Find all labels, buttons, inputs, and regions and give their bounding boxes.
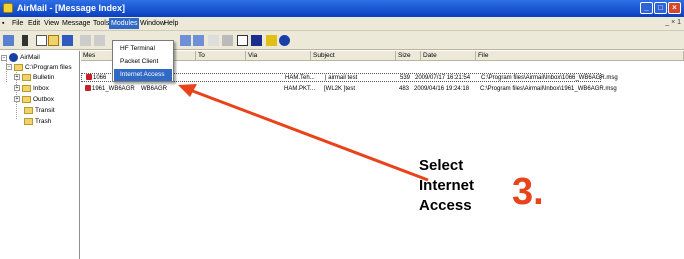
menu-message[interactable]: Message	[62, 20, 90, 27]
maximize-icon[interactable]: □	[654, 2, 667, 14]
tree-item-transit[interactable]: Transit	[24, 106, 55, 115]
expand-icon[interactable]: +	[14, 96, 20, 103]
col-header-subject[interactable]: Subject	[311, 51, 396, 61]
folder-icon	[24, 117, 33, 125]
edit-icon[interactable]	[94, 35, 105, 46]
window-title: AirMail - [Message Index]	[17, 3, 126, 13]
modules-menu: HF Terminal Packet Client Internet Acces…	[112, 40, 174, 82]
message-icon	[85, 85, 91, 92]
index-icon[interactable]	[3, 35, 14, 46]
collapse-icon[interactable]: −	[6, 64, 12, 71]
menu-file[interactable]: File	[12, 20, 23, 27]
col-header-file[interactable]: File	[476, 51, 684, 61]
pin-icon[interactable]	[22, 35, 28, 46]
folder-icon	[22, 84, 31, 92]
copy-icon[interactable]	[180, 35, 191, 46]
col-header-date[interactable]: Date	[421, 51, 476, 61]
folder-icon	[14, 63, 23, 71]
mdi-window-controls[interactable]: _ × 1	[665, 19, 681, 26]
close-icon[interactable]: ×	[668, 2, 681, 14]
menu-edit[interactable]: Edit	[28, 20, 40, 27]
globe-icon[interactable]	[279, 35, 290, 46]
folder-icon	[22, 73, 31, 81]
grid-icon[interactable]	[222, 35, 233, 46]
menu-app-icon[interactable]: ▪	[2, 20, 4, 27]
folder-icon	[22, 95, 31, 103]
message-icon	[86, 74, 92, 81]
airmail-app-icon	[3, 3, 13, 13]
col-header-size[interactable]: Size	[396, 51, 421, 61]
paste-icon[interactable]	[193, 35, 204, 46]
save-icon[interactable]	[62, 35, 73, 46]
col-header-via[interactable]: Via	[246, 51, 311, 61]
folder-tree: − AirMail − C:\Program files + Bulletin + In…	[0, 51, 80, 259]
menu-view[interactable]: View	[44, 20, 59, 27]
menu-modules[interactable]: Modules	[109, 18, 140, 29]
menu-item-internet-access[interactable]: Internet Access	[114, 69, 172, 81]
menu-item-packet-client[interactable]: Packet Client	[114, 56, 172, 68]
expand-icon[interactable]: +	[14, 85, 20, 92]
tree-item-outbox[interactable]: + Outbox	[14, 95, 54, 104]
step-number: 3.	[512, 171, 544, 213]
title-bar: AirMail - [Message Index] _ □ ×	[0, 0, 684, 17]
airmail-window: AirMail - [Message Index] _ □ × ▪ File E…	[0, 0, 684, 259]
menu-item-hf-terminal[interactable]: HF Terminal	[114, 43, 172, 55]
expand-icon[interactable]: +	[14, 74, 20, 81]
menu-help[interactable]: Help	[164, 20, 178, 27]
window-icon[interactable]	[237, 35, 248, 46]
menu-tools[interactable]: Tools	[93, 20, 109, 27]
message-row[interactable]: 1961_WB6AGR WB6AGR HAM.PKT... [WL2K ]tes…	[81, 85, 617, 94]
menu-window[interactable]: Window	[140, 20, 165, 27]
lightning-icon[interactable]	[266, 35, 277, 46]
help-icon[interactable]	[208, 35, 219, 46]
tree-program-files[interactable]: − C:\Program files	[6, 63, 72, 72]
tree-root[interactable]: − AirMail	[1, 53, 40, 62]
new-message-icon[interactable]	[36, 35, 47, 46]
folder-icon	[24, 106, 33, 114]
minimize-icon[interactable]: _	[640, 2, 653, 14]
open-folder-icon[interactable]	[48, 35, 59, 46]
airmail-icon	[9, 53, 18, 62]
tree-item-bulletin[interactable]: + Bulletin	[14, 73, 54, 82]
terminal-icon[interactable]	[251, 35, 262, 46]
menu-bar: ▪ File Edit View Message Tools Modules W…	[0, 17, 684, 31]
tree-item-inbox[interactable]: + Inbox	[14, 84, 49, 93]
col-header-to[interactable]: To	[196, 51, 246, 61]
toolbar	[0, 31, 684, 50]
message-list: Mes To Via Subject Size Date File 1066 H…	[81, 51, 684, 259]
collapse-icon[interactable]: −	[1, 54, 7, 61]
attach-icon[interactable]	[80, 35, 91, 46]
tree-item-trash[interactable]: Trash	[24, 117, 51, 126]
